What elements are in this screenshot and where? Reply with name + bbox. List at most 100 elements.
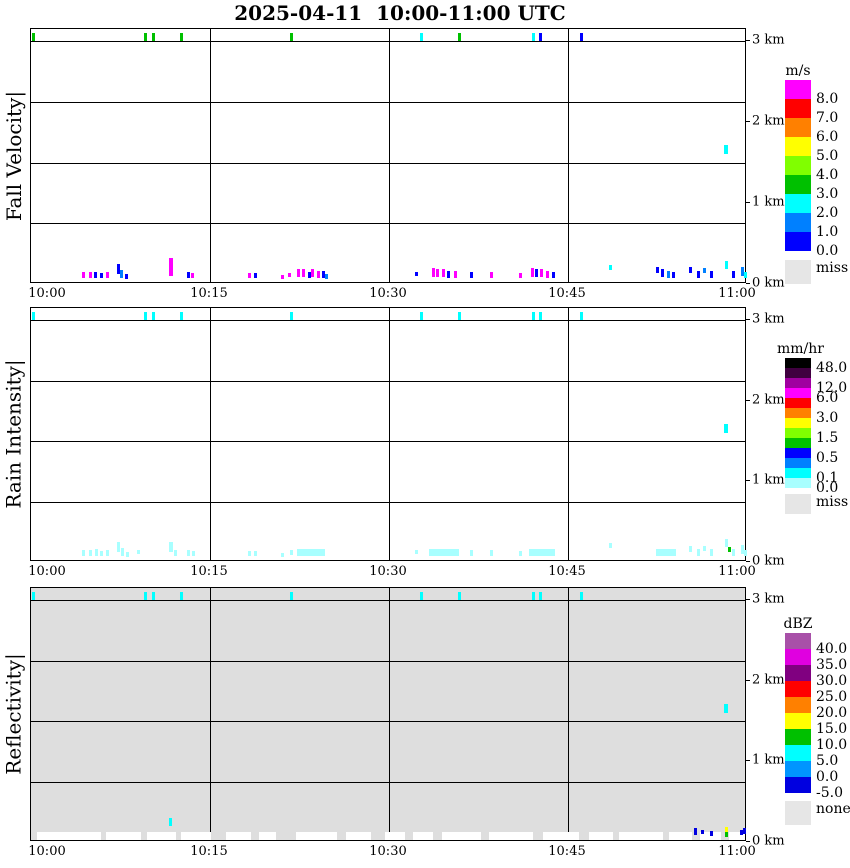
legend-value-label: 5.0	[816, 753, 839, 769]
data-mark	[725, 261, 728, 269]
data-mark	[580, 312, 583, 320]
data-mark	[95, 549, 98, 556]
legend-value-label: 10.0	[816, 737, 848, 753]
no-echo-patch	[181, 832, 211, 840]
data-mark	[420, 312, 423, 320]
data-mark	[689, 546, 692, 552]
legend-value-label: 6.0	[816, 129, 839, 145]
data-mark	[744, 550, 747, 556]
data-mark	[667, 271, 670, 278]
data-mark	[106, 272, 109, 278]
legend-missing-label: none	[816, 801, 850, 817]
legend-value-label: 0.0	[816, 243, 839, 259]
data-mark	[429, 549, 459, 556]
fall-velocity-plot	[30, 28, 747, 283]
legend-color-block	[785, 368, 811, 378]
height-tick	[746, 760, 750, 761]
data-mark	[325, 274, 328, 279]
data-mark	[539, 33, 542, 41]
no-echo-patch	[346, 832, 371, 840]
gridline-vertical	[568, 308, 569, 560]
legend-color-block	[785, 118, 811, 137]
gridline-vertical	[568, 29, 569, 282]
legend-color-block	[785, 633, 811, 649]
no-echo-patch	[147, 832, 176, 840]
data-mark	[529, 549, 555, 556]
data-mark	[100, 551, 103, 556]
data-mark	[490, 272, 493, 278]
data-mark	[144, 312, 147, 320]
time-tick-label: 10:15	[190, 286, 228, 301]
data-mark	[458, 592, 461, 600]
data-mark	[169, 258, 173, 276]
time-tick-label: 11:00	[718, 286, 756, 301]
time-tick-label: 10:45	[548, 844, 586, 859]
data-mark	[420, 592, 423, 600]
legend-value-label: 1.5	[816, 430, 839, 446]
legend-value-label: 20.0	[816, 705, 848, 721]
legend-color-block	[785, 745, 811, 761]
legend-value-label: 5.0	[816, 148, 839, 164]
legend-color-block	[785, 408, 811, 418]
legend-color-block	[785, 99, 811, 118]
legend-color-block	[785, 729, 811, 745]
data-mark	[432, 268, 435, 277]
height-tick	[746, 561, 750, 562]
data-mark	[442, 269, 445, 277]
data-mark	[290, 592, 293, 600]
legend-value-label: 25.0	[816, 689, 848, 705]
data-mark	[248, 273, 251, 278]
legend-missing-block	[785, 260, 811, 284]
height-tick	[746, 121, 750, 122]
legend-missing-block	[785, 494, 811, 514]
time-tick-label: 10:45	[548, 564, 586, 579]
data-mark	[609, 265, 612, 270]
data-mark	[100, 273, 103, 278]
data-mark	[120, 270, 123, 278]
data-mark	[311, 269, 314, 277]
gridline-horizontal	[31, 163, 745, 164]
legend-color-block	[785, 438, 811, 448]
data-mark	[689, 267, 692, 273]
legend-value-label: 0.0	[816, 769, 839, 785]
no-echo-patch	[413, 832, 433, 840]
gridline-horizontal	[31, 661, 745, 662]
data-mark	[710, 831, 713, 836]
height-tick-label: 1 km	[752, 752, 785, 768]
data-mark	[539, 592, 542, 600]
data-mark	[152, 33, 155, 41]
gridline-vertical	[389, 308, 390, 560]
legend-color-block	[785, 713, 811, 729]
height-tick-label: 0 km	[752, 275, 785, 291]
height-tick-label: 0 km	[752, 833, 785, 849]
data-mark	[656, 267, 659, 273]
data-mark	[724, 704, 728, 713]
legend-missing-block	[785, 801, 811, 825]
data-mark	[546, 271, 549, 278]
data-mark	[137, 550, 140, 554]
data-mark	[519, 273, 522, 278]
legend-color-block	[785, 232, 811, 251]
data-mark	[281, 275, 284, 279]
data-mark	[32, 592, 35, 600]
data-mark	[290, 550, 293, 555]
legend-title: mm/hr	[777, 341, 824, 357]
legend-color-block	[785, 378, 811, 388]
data-mark	[540, 269, 543, 277]
height-tick-label: 2 km	[752, 672, 785, 688]
legend-color-block	[785, 80, 811, 99]
legend-value-label: 15.0	[816, 721, 848, 737]
data-mark	[420, 33, 423, 41]
data-mark	[94, 272, 97, 278]
data-mark	[732, 271, 735, 278]
data-mark	[415, 550, 418, 554]
data-mark	[447, 271, 450, 278]
y-axis-title-reflectivity: Reflectivity|	[2, 653, 27, 775]
data-mark	[458, 33, 461, 41]
data-mark	[89, 272, 92, 278]
data-mark	[694, 828, 697, 835]
height-tick	[746, 599, 750, 600]
gridline-horizontal	[31, 41, 745, 42]
data-mark	[415, 272, 418, 276]
no-echo-patch	[106, 832, 141, 840]
